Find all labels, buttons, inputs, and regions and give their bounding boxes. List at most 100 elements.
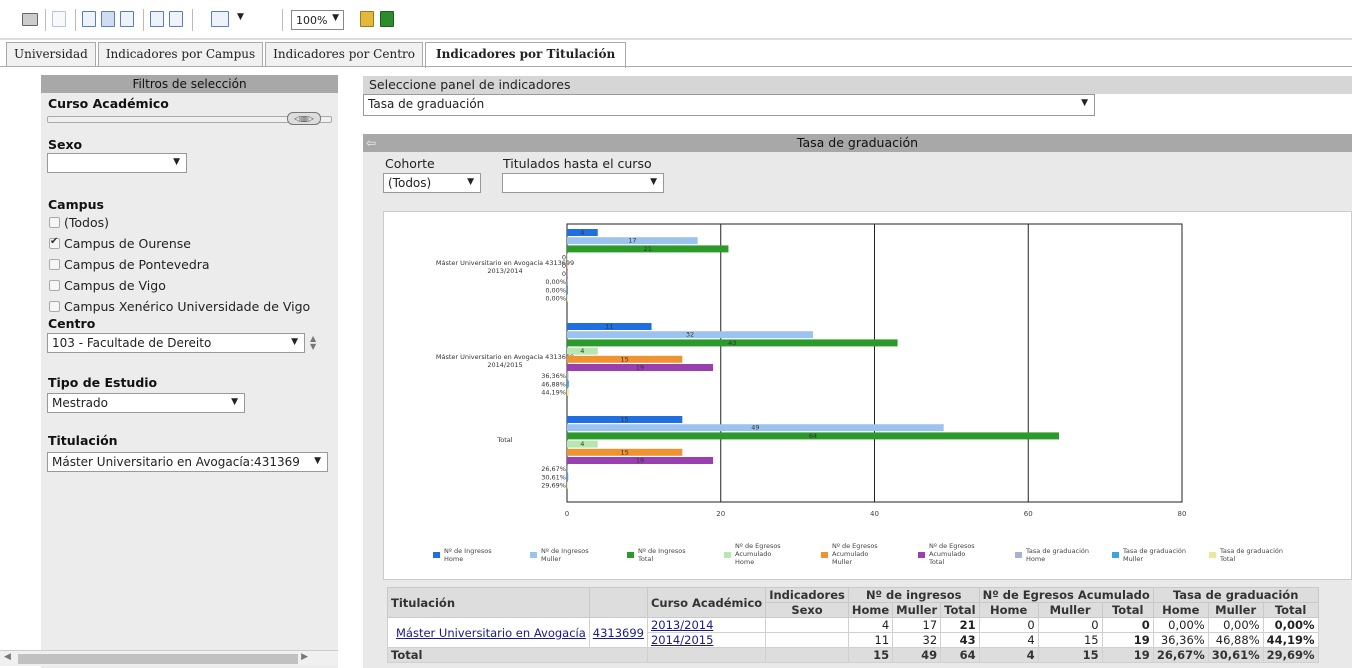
legend-swatch: [918, 552, 925, 558]
single-page-icon[interactable]: [82, 11, 96, 27]
toolbar-divider: [0, 38, 1352, 40]
titulados-select[interactable]: ▼: [502, 173, 664, 193]
checkbox[interactable]: [49, 259, 60, 270]
sexo-select[interactable]: ▼: [47, 153, 187, 173]
category-label: 2014/2015: [487, 361, 522, 369]
reload-icon[interactable]: [169, 11, 183, 27]
cell-code[interactable]: 4313699: [588, 617, 648, 648]
th-ingresos: Nº de ingresos: [847, 587, 980, 603]
th-ingresos-total: Total: [940, 602, 980, 618]
curso-slider-handle[interactable]: ◁▥▷: [287, 112, 321, 125]
titulacion-select[interactable]: Máster Universitario en Avogacía:431369 ▼: [47, 452, 328, 472]
centro-select[interactable]: 103 - Facultade de Dereito ▼: [47, 333, 305, 353]
cell-value: 0: [978, 617, 1039, 633]
cell-value: 46,88%: [1207, 632, 1264, 648]
table-row: Máster Universitario en Avogacía 4313699…: [387, 617, 1319, 648]
legend-label: Total: [1219, 555, 1235, 563]
bar-egresos_total: [567, 270, 568, 277]
campus-option-todos[interactable]: (Todos): [49, 215, 109, 230]
checkbox[interactable]: [49, 217, 60, 228]
checkbox-checked[interactable]: [49, 236, 60, 249]
titulacion-value: Máster Universitario en Avogacía:431369: [52, 455, 300, 469]
spinner-icon[interactable]: ▲ ▼: [310, 335, 316, 351]
folder-icon[interactable]: [360, 11, 374, 27]
refresh-icon[interactable]: [150, 11, 164, 27]
x-tick-label: 0: [565, 510, 569, 518]
cell-curso[interactable]: 2013/2014: [646, 617, 767, 633]
toolbar-separator: [143, 9, 144, 31]
legend-swatch: [1112, 552, 1119, 558]
cell-value: 15: [1037, 647, 1103, 663]
data-label: 29,69%: [541, 482, 566, 490]
tab-universidad[interactable]: Universidad: [6, 42, 96, 66]
cohorte-value: (Todos): [388, 176, 432, 190]
arrow-right-icon[interactable]: ▶: [301, 652, 308, 662]
cell-value: 32: [892, 632, 942, 648]
tab-titulacion[interactable]: Indicadores por Titulación: [424, 42, 627, 68]
x-tick-label: 80: [1178, 510, 1187, 518]
chevron-down-icon: ▼: [173, 157, 180, 167]
chevron-down-icon[interactable]: ▼: [237, 12, 244, 22]
toolbar-separator: [192, 9, 193, 31]
panel-select[interactable]: Tasa de graduación ▼: [363, 94, 1095, 116]
category-label: Máster Universitario en Avogacía 4313699: [436, 259, 574, 267]
tab-campus[interactable]: Indicadores por Campus: [97, 42, 264, 66]
legend-swatch: [530, 552, 537, 558]
cell-curso[interactable]: 2014/2015: [646, 632, 767, 648]
cell-value: 0,00%: [1207, 617, 1264, 633]
tab-centro[interactable]: Indicadores por Centro: [265, 42, 423, 66]
cell-sexo: [765, 617, 849, 633]
cohorte-select[interactable]: (Todos) ▼: [383, 173, 481, 193]
cell-titulacion[interactable]: Máster Universitario en Avogacía: [387, 617, 590, 648]
data-label: 0,00%: [545, 295, 566, 303]
th-sexo: Sexo: [765, 602, 849, 618]
th-tasa-muller: Muller: [1207, 602, 1264, 618]
toolbar-separator: [45, 9, 46, 31]
data-label: 0,00%: [545, 286, 566, 294]
checkbox[interactable]: [49, 280, 60, 291]
layout-icon[interactable]: [211, 11, 229, 27]
legend-label: Home: [1026, 555, 1045, 563]
back-arrow-icon[interactable]: ⇦: [366, 136, 380, 150]
arrow-left-icon[interactable]: ◀: [4, 652, 11, 662]
cell-value: 0: [1037, 617, 1103, 633]
campus-option-xenerico[interactable]: Campus Xenérico Universidade de Vigo: [49, 299, 310, 314]
toolbar-separator: [282, 9, 283, 31]
campus-option-ourense[interactable]: Campus de Ourense: [49, 236, 191, 251]
print-icon[interactable]: [22, 13, 38, 26]
campus-option-pontevedra[interactable]: Campus de Pontevedra: [49, 257, 210, 272]
tipo-select[interactable]: Mestrado ▼: [47, 393, 245, 413]
data-label: 32: [686, 331, 694, 339]
filters-title: Filtros de selección: [41, 75, 338, 93]
legend-swatch: [433, 552, 440, 558]
legend-label: Tasa de graduación: [1219, 547, 1283, 555]
data-label: 4: [580, 347, 584, 355]
th-egresos-home: Home: [978, 602, 1039, 618]
x-tick-label: 40: [870, 510, 879, 518]
bar-tasa_home: [567, 278, 568, 286]
data-label: 15: [621, 355, 629, 363]
cell-value: 36,36%: [1152, 632, 1209, 648]
data-label: 0: [562, 270, 566, 278]
th-tasa-total: Total: [1262, 602, 1319, 618]
x-tick-label: 60: [1024, 510, 1033, 518]
horizontal-scrollbar[interactable]: ◀ ▶: [0, 650, 338, 666]
zoom-value: 100%: [296, 14, 328, 27]
data-label: 17: [628, 237, 636, 245]
checkbox[interactable]: [49, 301, 60, 312]
bar-tasa_total: [567, 294, 568, 302]
th-indicadores: Indicadores: [765, 587, 849, 603]
bar-chart: 0 20 40 60 80Máster Universitario en Avogací…: [433, 223, 1283, 566]
page-view-icon[interactable]: [101, 11, 115, 27]
zoom-select[interactable]: 100% ▼: [291, 10, 344, 30]
campus-option-vigo[interactable]: Campus de Vigo: [49, 278, 166, 293]
grid-icon[interactable]: [380, 11, 394, 27]
scrollbar-thumb[interactable]: [18, 654, 298, 664]
data-label: 11: [605, 323, 613, 331]
legend-label: Acumulado: [929, 550, 965, 558]
cell-total-label: Total: [387, 647, 648, 663]
legend-label: Total: [637, 555, 653, 563]
export-icon[interactable]: [52, 11, 66, 27]
cell-value: 43: [940, 632, 980, 648]
page-width-icon[interactable]: [120, 11, 134, 27]
